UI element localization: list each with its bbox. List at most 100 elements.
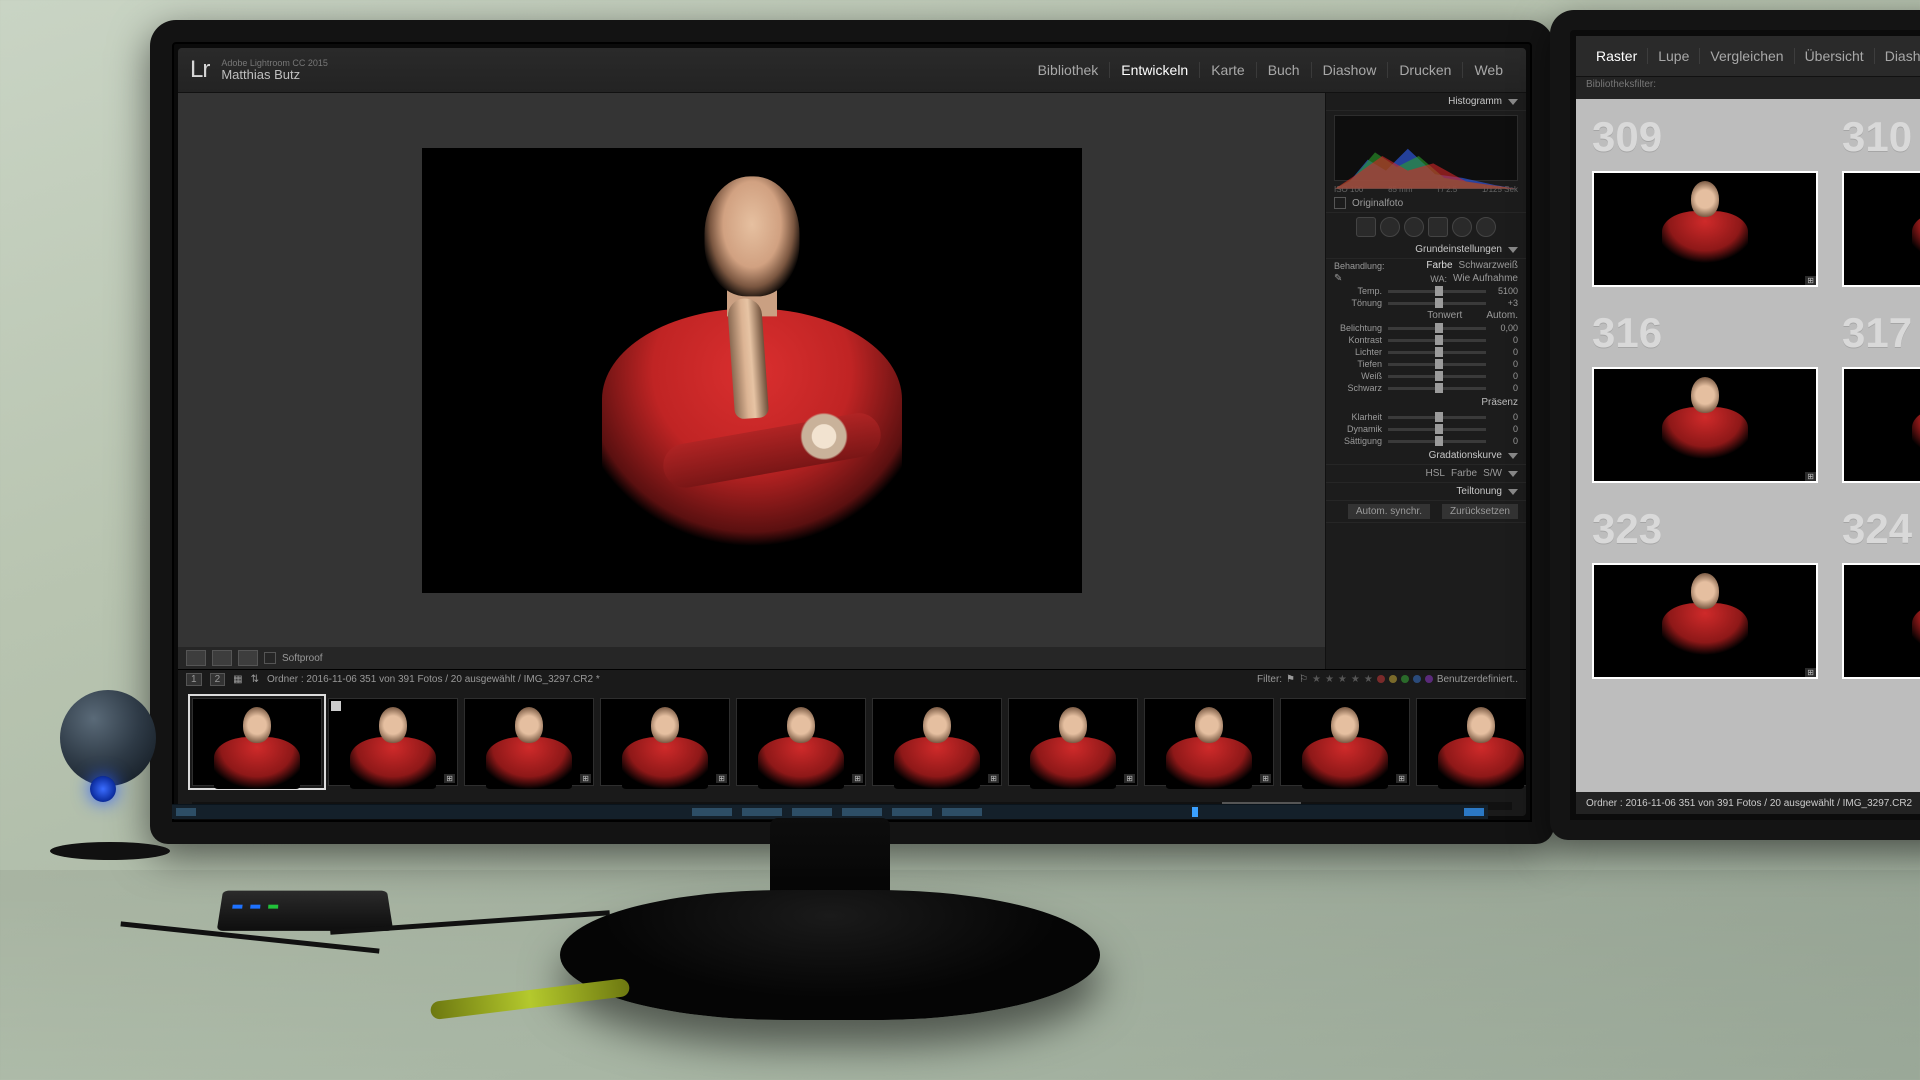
- wb-dropdown[interactable]: Wie Aufnahme: [1453, 273, 1518, 284]
- module-drucken[interactable]: Drucken: [1388, 62, 1463, 78]
- slider-knob[interactable]: [1435, 323, 1443, 333]
- grid-thumb[interactable]: [1592, 367, 1818, 483]
- filmstrip-thumb[interactable]: ⊞: [872, 698, 1002, 786]
- filmstrip-thumb[interactable]: [192, 698, 322, 786]
- flag-picked-icon[interactable]: ⚑: [1286, 674, 1295, 685]
- task-item[interactable]: [692, 808, 732, 816]
- filter-preset-dropdown[interactable]: Benutzerdefiniert..: [1437, 674, 1518, 685]
- grid-cell[interactable]: 324⊞: [1834, 499, 1920, 687]
- tone-slider[interactable]: Tiefen0: [1326, 358, 1526, 370]
- module-diashow[interactable]: Diashow: [1312, 62, 1389, 78]
- auto-tone-button[interactable]: Autom.: [1486, 310, 1518, 321]
- slider-knob[interactable]: [1435, 335, 1443, 345]
- softproof-checkbox[interactable]: [264, 652, 276, 664]
- original-toggle[interactable]: Originalfoto: [1326, 194, 1526, 213]
- slider-knob[interactable]: [1435, 436, 1443, 446]
- display-2-button[interactable]: 2: [210, 673, 226, 686]
- treat-color-button[interactable]: Farbe: [1426, 260, 1452, 271]
- panel-split-header[interactable]: Teiltonung: [1326, 483, 1526, 501]
- slider-knob[interactable]: [1435, 424, 1443, 434]
- tone-slider[interactable]: Schwarz0: [1326, 382, 1526, 394]
- grid-thumb[interactable]: [1592, 171, 1818, 287]
- color-blue[interactable]: [1413, 675, 1421, 683]
- reset-button[interactable]: Zurücksetzen: [1442, 504, 1518, 519]
- tone-slider[interactable]: Lichter0: [1326, 346, 1526, 358]
- wb-picker-icon[interactable]: ✎: [1334, 273, 1348, 284]
- brush-tool-icon[interactable]: [1476, 217, 1496, 237]
- spot-tool-icon[interactable]: [1380, 217, 1400, 237]
- module-web[interactable]: Web: [1463, 62, 1514, 78]
- panel-hsl-header[interactable]: HSL Farbe S/W: [1326, 465, 1526, 483]
- grid-cell[interactable]: 317⊞: [1834, 303, 1920, 491]
- panel-basic-header[interactable]: Grundeinstellungen: [1326, 241, 1526, 259]
- histogram-display[interactable]: [1334, 115, 1518, 181]
- view-loupe-icon[interactable]: [186, 650, 206, 666]
- grid-cell[interactable]: 309⊞: [1584, 107, 1826, 295]
- view-grid-icon[interactable]: [238, 650, 258, 666]
- slider-knob[interactable]: [1435, 412, 1443, 422]
- grid-thumb[interactable]: [1842, 367, 1920, 483]
- task-item[interactable]: [842, 808, 882, 816]
- color-purple[interactable]: [1425, 675, 1433, 683]
- windows-taskbar[interactable]: [172, 804, 1488, 819]
- tab-lupe[interactable]: Lupe: [1648, 48, 1700, 64]
- grid-icon[interactable]: ▦: [233, 674, 242, 685]
- filmstrip-thumb[interactable]: ⊞: [1144, 698, 1274, 786]
- wb-slider[interactable]: Temp.5100: [1326, 285, 1526, 297]
- filmstrip-thumb[interactable]: ⊞: [1280, 698, 1410, 786]
- star-5[interactable]: ★: [1364, 674, 1373, 685]
- presence-slider[interactable]: Dynamik0: [1326, 423, 1526, 435]
- redeye-tool-icon[interactable]: [1404, 217, 1424, 237]
- treat-bw-button[interactable]: Schwarzweiß: [1459, 260, 1518, 271]
- loupe-view[interactable]: [178, 93, 1325, 647]
- filmstrip-thumb[interactable]: ⊞: [328, 698, 458, 786]
- slider-knob[interactable]: [1435, 298, 1443, 308]
- view-beforeafter-icon[interactable]: [212, 650, 232, 666]
- filmstrip-thumbs[interactable]: ⊞⊞⊞⊞⊞⊞⊞⊞⊞: [178, 688, 1526, 802]
- display-1-button[interactable]: 1: [186, 673, 202, 686]
- task-item[interactable]: [892, 808, 932, 816]
- filmstrip-thumb[interactable]: ⊞: [1008, 698, 1138, 786]
- radial-tool-icon[interactable]: [1452, 217, 1472, 237]
- tone-slider[interactable]: Belichtung0,00: [1326, 322, 1526, 334]
- tone-slider[interactable]: Weiß0: [1326, 370, 1526, 382]
- filmstrip-thumb[interactable]: ⊞: [736, 698, 866, 786]
- grad-tool-icon[interactable]: [1428, 217, 1448, 237]
- start-button[interactable]: [176, 808, 196, 816]
- grid-thumb[interactable]: [1842, 171, 1920, 287]
- task-item[interactable]: [742, 808, 782, 816]
- tone-slider[interactable]: Kontrast0: [1326, 334, 1526, 346]
- wb-slider[interactable]: Tönung+3: [1326, 297, 1526, 309]
- sort-icon[interactable]: ⇅: [251, 674, 259, 685]
- filmstrip-thumb[interactable]: ⊞: [464, 698, 594, 786]
- auto-sync-button[interactable]: Autom. synchr.: [1348, 504, 1430, 519]
- crop-tool-icon[interactable]: [1356, 217, 1376, 237]
- color-red[interactable]: [1377, 675, 1385, 683]
- grid-cell[interactable]: 323⊞: [1584, 499, 1826, 687]
- star-4[interactable]: ★: [1351, 674, 1360, 685]
- grid-thumb[interactable]: [1842, 563, 1920, 679]
- slider-knob[interactable]: [1435, 371, 1443, 381]
- panel-curve-header[interactable]: Gradationskurve: [1326, 447, 1526, 465]
- slider-knob[interactable]: [1435, 286, 1443, 296]
- tab-vergleichen[interactable]: Vergleichen: [1700, 48, 1794, 64]
- task-item[interactable]: [792, 808, 832, 816]
- star-1[interactable]: ★: [1312, 674, 1321, 685]
- panel-histogram-header[interactable]: Histogramm: [1326, 93, 1526, 111]
- tab-diashow[interactable]: Diashow: [1875, 48, 1920, 64]
- slider-knob[interactable]: [1435, 383, 1443, 393]
- grid-cell[interactable]: 316⊞: [1584, 303, 1826, 491]
- color-yellow[interactable]: [1389, 675, 1397, 683]
- star-2[interactable]: ★: [1325, 674, 1334, 685]
- show-desktop[interactable]: [1464, 808, 1484, 816]
- slider-knob[interactable]: [1435, 347, 1443, 357]
- module-buch[interactable]: Buch: [1257, 62, 1312, 78]
- filmstrip-thumb[interactable]: ⊞: [600, 698, 730, 786]
- tab-raster[interactable]: Raster: [1586, 48, 1648, 64]
- color-green[interactable]: [1401, 675, 1409, 683]
- module-entwickeln[interactable]: Entwickeln: [1110, 62, 1200, 78]
- tab-uebersicht[interactable]: Übersicht: [1795, 48, 1875, 64]
- filmstrip-thumb[interactable]: ⊞: [1416, 698, 1526, 786]
- slider-knob[interactable]: [1435, 359, 1443, 369]
- grid-thumb[interactable]: [1592, 563, 1818, 679]
